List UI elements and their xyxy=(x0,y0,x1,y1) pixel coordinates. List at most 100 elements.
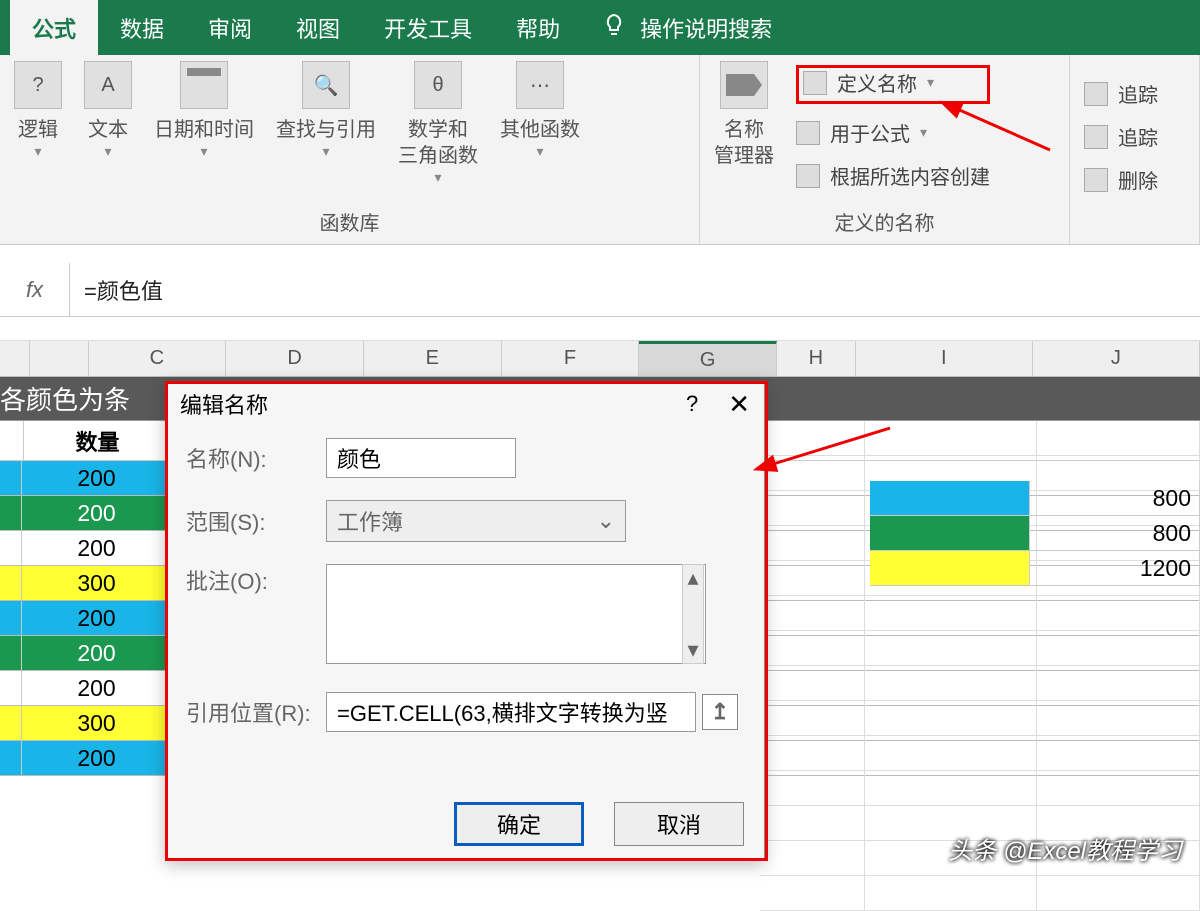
textarea-scrollbar[interactable]: ▴ ▾ xyxy=(682,564,704,664)
create-sel-icon xyxy=(796,164,820,188)
create-from-selection-label: 根据所选内容创建 xyxy=(830,161,990,190)
scope-combo[interactable]: 工作簿 ⌄ xyxy=(326,500,626,542)
edit-name-dialog: 编辑名称 ? ✕ 名称(N): 范围(S): 工作簿 ⌄ 批注(O): ▴ ▾ xyxy=(165,381,765,861)
use-in-formula-button[interactable]: 用于公式 ▾ xyxy=(796,118,990,147)
collapse-dialog-icon[interactable]: ↥ xyxy=(702,694,738,730)
formula-bar: fx =颜色值 xyxy=(0,263,1200,317)
summary-row: 1200 xyxy=(870,551,1200,586)
tab-developer[interactable]: 开发工具 xyxy=(362,0,494,55)
function-library-label: 函数库 xyxy=(14,201,685,244)
math-button[interactable]: θ 数学和 三角函数 ▾ xyxy=(398,61,478,186)
summary-row: 800 xyxy=(870,516,1200,551)
lookup-label: 查找与引用 xyxy=(276,117,376,143)
trace-dep-icon xyxy=(1084,125,1108,149)
lightbulb-icon xyxy=(602,13,626,43)
col-head-e[interactable]: E xyxy=(364,341,502,376)
qty-cell[interactable]: 200 xyxy=(22,741,172,775)
name-input[interactable] xyxy=(326,438,516,478)
datetime-label: 日期和时间 xyxy=(154,117,254,143)
summary-value-cell[interactable]: 800 xyxy=(1030,481,1200,515)
more-icon: ⋯ xyxy=(516,61,564,109)
summary-row: 800 xyxy=(870,481,1200,516)
tab-review[interactable]: 审阅 xyxy=(186,0,274,55)
tab-data[interactable]: 数据 xyxy=(98,0,186,55)
col-head-j[interactable]: J xyxy=(1033,341,1200,376)
trace-prec-label: 追踪 xyxy=(1118,79,1158,108)
qty-header-cell: 数量 xyxy=(24,421,172,460)
remove-arrows-icon xyxy=(1084,168,1108,192)
qty-cell[interactable]: 200 xyxy=(22,531,172,565)
fx-icon[interactable]: fx xyxy=(0,263,70,316)
math-label: 数学和 三角函数 xyxy=(398,117,478,169)
watermark: 头条 @Excel教程学习 xyxy=(948,831,1182,866)
qty-cell[interactable]: 200 xyxy=(22,496,172,530)
name-manager-label: 名称 管理器 xyxy=(714,117,774,169)
qty-cell[interactable]: 200 xyxy=(22,461,172,495)
tab-view[interactable]: 视图 xyxy=(274,0,362,55)
tag-icon xyxy=(720,61,768,109)
column-headers: C D E F G H I J xyxy=(0,341,1200,377)
qty-cell[interactable]: 200 xyxy=(22,601,172,635)
calendar-icon xyxy=(180,61,228,109)
create-from-selection-button[interactable]: 根据所选内容创建 xyxy=(796,161,990,190)
col-head-g[interactable]: G xyxy=(639,341,777,376)
summary-color-cell[interactable] xyxy=(870,551,1030,585)
text-icon: A xyxy=(84,61,132,109)
col-head-d[interactable]: D xyxy=(226,341,364,376)
dialog-help-icon[interactable]: ? xyxy=(686,391,698,417)
col-head-h[interactable]: H xyxy=(777,341,856,376)
define-name-button[interactable]: 定义名称 ▾ xyxy=(803,68,981,97)
logic-label: 逻辑 xyxy=(18,117,58,143)
dialog-close-icon[interactable]: ✕ xyxy=(728,389,750,420)
logic-button[interactable]: ? 逻辑 ▾ xyxy=(14,61,62,160)
summary-color-cell[interactable] xyxy=(870,516,1030,550)
fx-small-icon xyxy=(796,121,820,145)
define-name-label: 定义名称 xyxy=(837,68,917,97)
menu-bar: 公式 数据 审阅 视图 开发工具 帮助 操作说明搜索 xyxy=(0,0,1200,55)
ok-button[interactable]: 确定 xyxy=(454,802,584,846)
trace-dependents-button[interactable]: 追踪 xyxy=(1084,122,1185,151)
remove-arrows-label: 删除 xyxy=(1118,165,1158,194)
formula-input[interactable]: =颜色值 xyxy=(70,274,1200,306)
trace-prec-icon xyxy=(1084,82,1108,106)
datetime-button[interactable]: 日期和时间 ▾ xyxy=(154,61,254,160)
refers-to-input[interactable] xyxy=(326,692,696,732)
lookup-button[interactable]: 🔍 查找与引用 ▾ xyxy=(276,61,376,160)
defined-names-label: 定义的名称 xyxy=(714,201,1055,244)
qty-cell[interactable]: 300 xyxy=(22,566,172,600)
trace-dep-label: 追踪 xyxy=(1118,122,1158,151)
tell-me-label: 操作说明搜索 xyxy=(640,12,772,44)
col-head-f[interactable]: F xyxy=(502,341,640,376)
comment-textarea[interactable] xyxy=(326,564,706,664)
col-head-c[interactable]: C xyxy=(89,341,227,376)
name-label: 名称(N): xyxy=(186,442,326,474)
trace-precedents-button[interactable]: 追踪 xyxy=(1084,79,1185,108)
col-head-i[interactable]: I xyxy=(856,341,1033,376)
summary-value-cell[interactable]: 800 xyxy=(1030,516,1200,550)
text-button[interactable]: A 文本 ▾ xyxy=(84,61,132,160)
scope-label: 范围(S): xyxy=(186,505,326,537)
tab-help[interactable]: 帮助 xyxy=(494,0,582,55)
logic-icon: ? xyxy=(14,61,62,109)
tab-formulas[interactable]: 公式 xyxy=(10,0,98,55)
tell-me[interactable]: 操作说明搜索 xyxy=(602,12,772,44)
scope-value: 工作簿 xyxy=(337,505,403,537)
use-in-formula-label: 用于公式 xyxy=(830,118,910,147)
morefn-button[interactable]: ⋯ 其他函数 ▾ xyxy=(500,61,580,160)
define-name-icon xyxy=(803,71,827,95)
qty-cell[interactable]: 300 xyxy=(22,706,172,740)
comment-label: 批注(O): xyxy=(186,564,326,596)
qty-cell[interactable]: 200 xyxy=(22,671,172,705)
chevron-down-icon: ⌄ xyxy=(597,508,615,534)
name-manager-button[interactable]: 名称 管理器 xyxy=(714,61,774,169)
qty-cell[interactable]: 200 xyxy=(22,636,172,670)
ribbon: ? 逻辑 ▾ A 文本 ▾ 日期和时间 ▾ 🔍 查找与引用 ▾ θ 数学和 xyxy=(0,55,1200,245)
cancel-button[interactable]: 取消 xyxy=(614,802,744,846)
morefn-label: 其他函数 xyxy=(500,117,580,143)
summary-color-cell[interactable] xyxy=(870,481,1030,515)
theta-icon: θ xyxy=(414,61,462,109)
lookup-icon: 🔍 xyxy=(302,61,350,109)
remove-arrows-button[interactable]: 删除 xyxy=(1084,165,1185,194)
title-text: 各颜色为条 xyxy=(0,380,130,417)
summary-value-cell[interactable]: 1200 xyxy=(1030,551,1200,585)
